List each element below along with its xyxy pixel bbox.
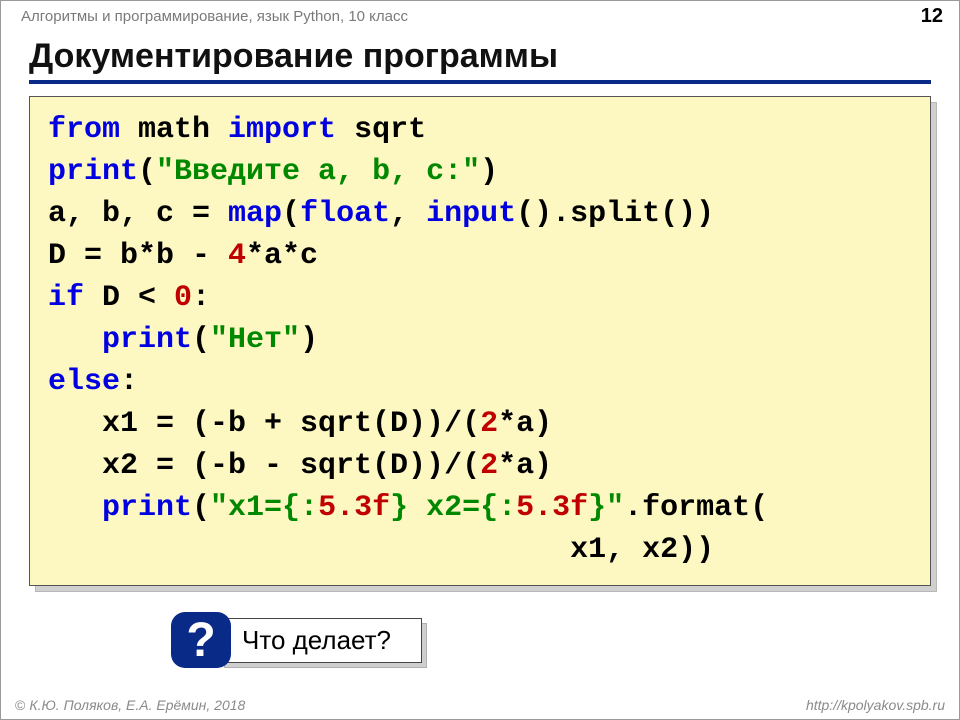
code-token: sqrt — [336, 113, 426, 147]
code-token: print — [102, 323, 192, 357]
header-bar: Алгоритмы и программирование, язык Pytho… — [1, 1, 959, 31]
code-token: x2 = (-b - sqrt(D))/( — [48, 449, 480, 483]
code-token — [48, 323, 102, 357]
code-token: : — [192, 281, 210, 315]
code-token: input — [426, 197, 516, 231]
question-row: ? Что делает? — [171, 612, 959, 668]
code-token: print — [48, 155, 138, 189]
code-token: *a*c — [246, 239, 318, 273]
code-token: ( — [192, 491, 210, 525]
code-token: print — [102, 491, 192, 525]
code-token: 2 — [480, 407, 498, 441]
code-token: 2 — [480, 449, 498, 483]
code-token: float — [300, 197, 390, 231]
code-token: "Введите a, b, c:" — [156, 155, 480, 189]
code-token: "x1={: — [210, 491, 318, 525]
code-token: x1, x2)) — [48, 533, 714, 567]
slide-title: Документирование программы — [1, 31, 959, 76]
code-block: from math import sqrt print("Введите a, … — [29, 96, 931, 586]
code-token: ) — [480, 155, 498, 189]
code-content: from math import sqrt print("Введите a, … — [29, 96, 931, 586]
copyright-icon: © — [15, 697, 25, 713]
code-token: 5.3f — [318, 491, 390, 525]
page-number: 12 — [921, 5, 943, 28]
code-token: }" — [588, 491, 624, 525]
code-token: x1 = (-b + sqrt(D))/( — [48, 407, 480, 441]
code-token: *a) — [498, 449, 552, 483]
code-token: ( — [282, 197, 300, 231]
code-token: ) — [300, 323, 318, 357]
code-token: 0 — [174, 281, 192, 315]
code-token: if — [48, 281, 84, 315]
code-token: a, b, c = — [48, 197, 228, 231]
code-token: import — [228, 113, 336, 147]
code-token: map — [228, 197, 282, 231]
slide: Алгоритмы и программирование, язык Pytho… — [0, 0, 960, 720]
code-token: "Нет" — [210, 323, 300, 357]
code-token: else — [48, 365, 120, 399]
code-token: *a) — [498, 407, 552, 441]
code-token: .format( — [624, 491, 768, 525]
code-token: D = b*b - — [48, 239, 228, 273]
code-token: ( — [192, 323, 210, 357]
code-token: D < — [84, 281, 174, 315]
code-token: } x2={: — [390, 491, 516, 525]
code-token: math — [120, 113, 228, 147]
code-token: : — [120, 365, 138, 399]
code-token: ().split()) — [516, 197, 714, 231]
code-token: 4 — [228, 239, 246, 273]
code-token: from — [48, 113, 120, 147]
footer-url: http://kpolyakov.spb.ru — [806, 697, 945, 713]
question-box: Что делает? — [219, 618, 422, 663]
footer-bar: © К.Ю. Поляков, Е.А. Ерёмин, 2018 http:/… — [1, 691, 959, 719]
code-token: , — [390, 197, 426, 231]
course-title: Алгоритмы и программирование, язык Pytho… — [21, 8, 408, 25]
footer-authors: К.Ю. Поляков, Е.А. Ерёмин, 2018 — [29, 697, 245, 713]
code-token — [48, 491, 102, 525]
code-token: ( — [138, 155, 156, 189]
question-text: Что делает? — [219, 618, 422, 663]
question-mark-icon: ? — [171, 612, 231, 668]
title-underline — [29, 80, 931, 84]
code-token: 5.3f — [516, 491, 588, 525]
